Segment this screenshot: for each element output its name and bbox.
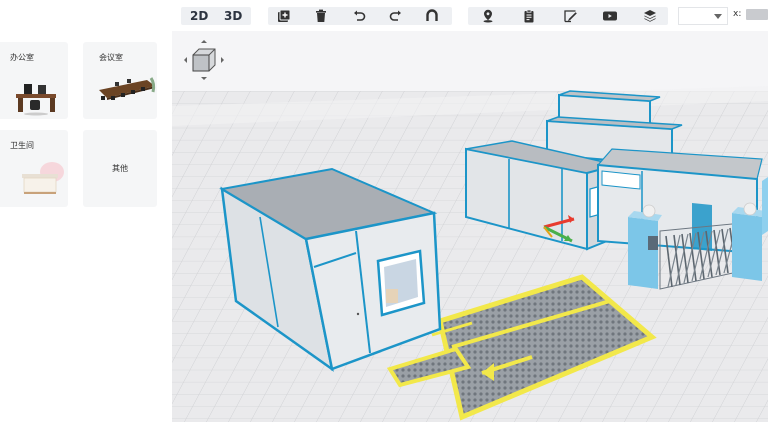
model-library-panel: 办公室 会议室 卫生间 其他 [0, 31, 172, 422]
navigation-cube[interactable] [180, 37, 228, 83]
3d-viewport[interactable] [172, 31, 768, 422]
camera-button[interactable] [599, 7, 621, 25]
map-pin-icon [483, 9, 493, 23]
card-label: 其他 [112, 164, 128, 173]
card-office[interactable]: 办公室 [0, 42, 68, 119]
delete-button[interactable] [310, 7, 332, 25]
view-3d-button[interactable]: 3D [224, 7, 242, 25]
redo-button[interactable] [385, 7, 407, 25]
restroom-counter-thumbnail [22, 162, 64, 194]
redo-icon [389, 10, 401, 21]
scene-canvas [172, 31, 768, 422]
meeting-table-thumbnail [99, 77, 156, 100]
view-2d-button[interactable]: 2D [190, 7, 208, 25]
card-label: 卫生间 [10, 141, 34, 150]
draw-polygon-icon [564, 10, 577, 23]
draw-area-button[interactable] [559, 7, 581, 25]
card-label: 办公室 [10, 53, 34, 62]
clipboard-button[interactable] [518, 7, 540, 25]
settings-dropdown[interactable] [678, 7, 728, 25]
add-layer-icon [278, 9, 291, 22]
edit-tools-group [268, 7, 452, 25]
layers-icon [644, 10, 656, 22]
magnet-snap-button[interactable] [421, 7, 443, 25]
card-label: 会议室 [99, 53, 123, 62]
card-restroom[interactable]: 卫生间 [0, 130, 68, 207]
add-layer-button[interactable] [273, 7, 295, 25]
magnet-icon [426, 9, 438, 21]
view-cube-icon [184, 40, 224, 80]
office-desk-thumbnail [16, 84, 56, 116]
coord-x-label: x: [733, 9, 742, 19]
coord-x-input[interactable] [746, 9, 768, 20]
video-camera-icon [603, 11, 617, 21]
card-other[interactable]: 其他 [83, 130, 157, 207]
chevron-down-icon [714, 14, 722, 19]
undo-icon [354, 10, 366, 21]
pillar-edge [762, 177, 768, 235]
undo-button[interactable] [348, 7, 370, 25]
trash-icon [316, 9, 326, 22]
location-button[interactable] [477, 7, 499, 25]
view-mode-group: 2D 3D [181, 7, 251, 25]
gate-pillar-right [732, 202, 766, 281]
clipboard-icon [524, 9, 534, 23]
top-toolbar: 2D 3D x: [0, 0, 768, 31]
scene-tools-group [468, 7, 668, 25]
layers-button[interactable] [639, 7, 661, 25]
gate-pillar-left [628, 204, 662, 289]
card-meeting-room[interactable]: 会议室 [83, 42, 157, 119]
